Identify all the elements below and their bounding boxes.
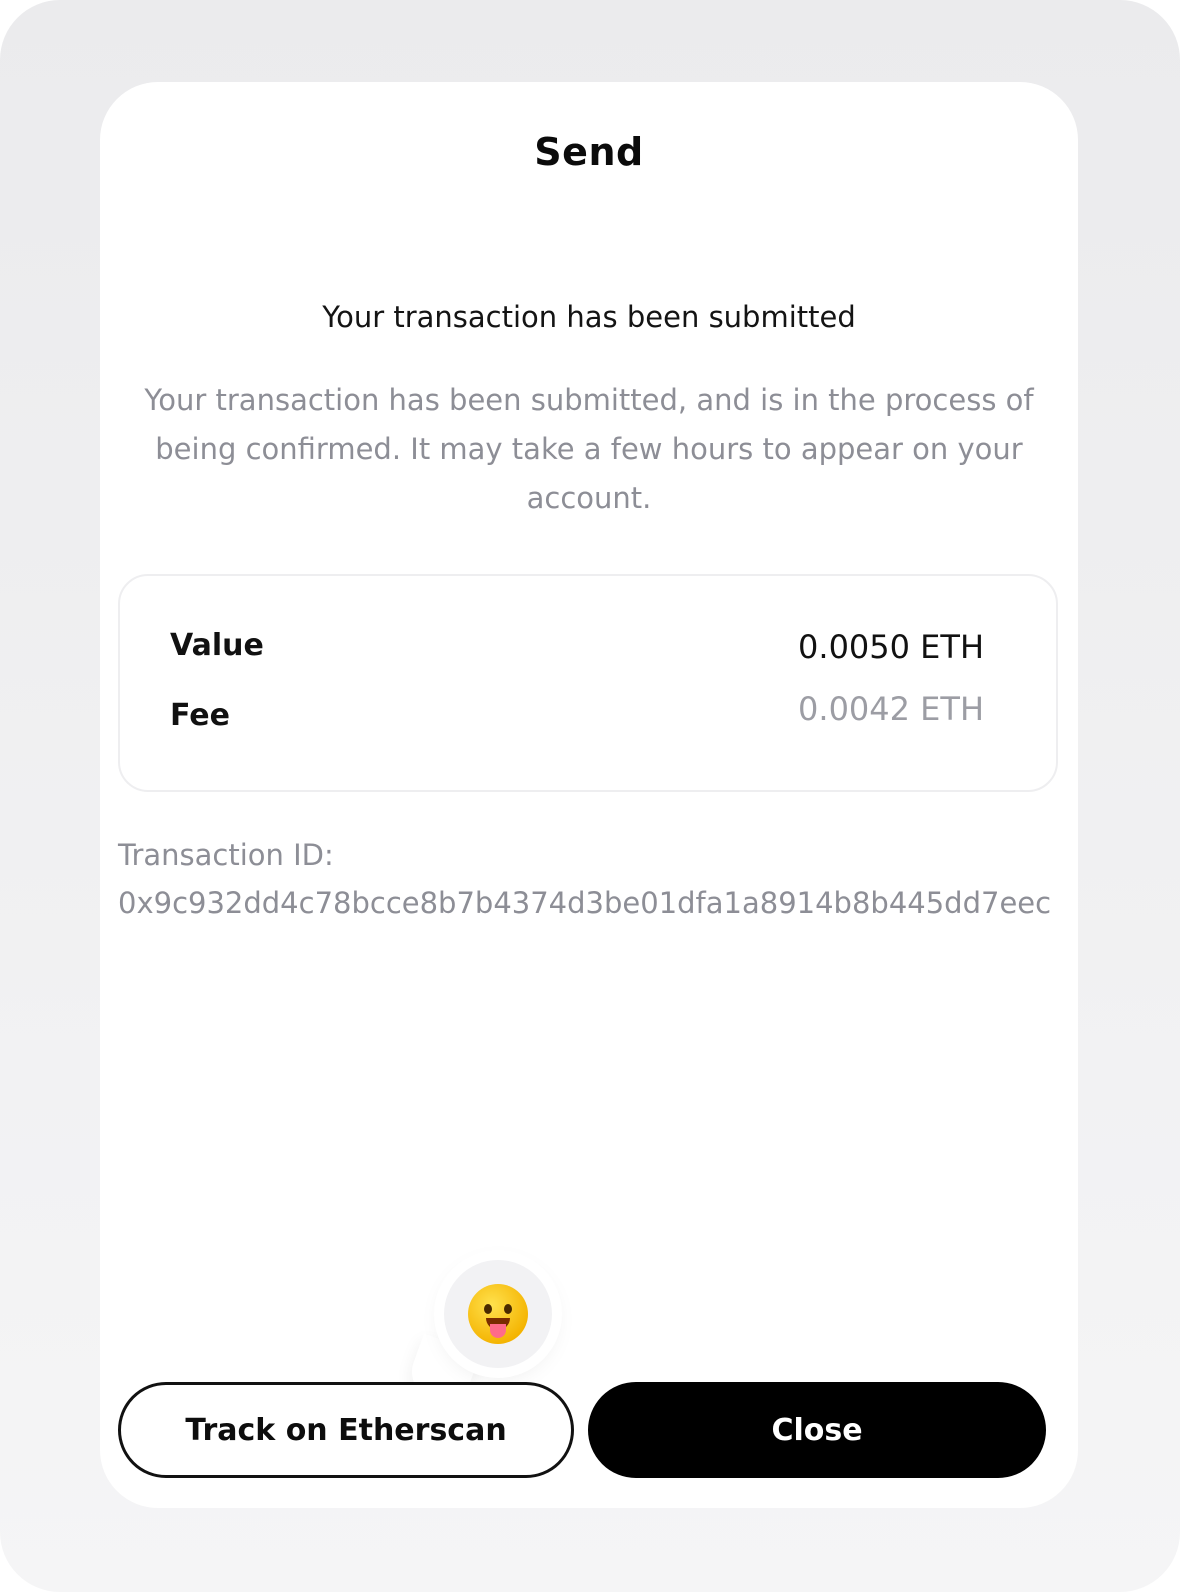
fee-amount: 0.0042 ETH [798, 690, 984, 728]
tongue-out-emoji-icon [468, 1284, 528, 1344]
status-message: Your transaction has been submitted, and… [144, 383, 1034, 515]
value-label: Value [170, 628, 264, 663]
value-amount: 0.0050 ETH [798, 628, 984, 666]
emoji-reaction-bubble[interactable] [444, 1260, 552, 1368]
transaction-id-value: 0x9c932dd4c78bcce8b7b4374d3be01dfa1a8914… [118, 886, 1052, 920]
emoji-right-eye [504, 1304, 512, 1314]
transaction-summary-card: Value 0.0050 ETH Fee 0.0042 ETH [118, 574, 1058, 792]
app-frame: Send Your transaction has been submitted… [0, 0, 1180, 1592]
status-heading: Your transaction has been submitted [322, 300, 856, 334]
fee-label: Fee [170, 698, 230, 733]
close-button[interactable]: Close [588, 1382, 1046, 1478]
modal-title: Send [534, 130, 644, 174]
track-on-etherscan-button[interactable]: Track on Etherscan [118, 1382, 574, 1478]
emoji-tongue [490, 1324, 506, 1338]
transaction-id-label: Transaction ID: [118, 838, 334, 872]
send-modal: Send Your transaction has been submitted… [100, 82, 1078, 1508]
emoji-left-eye [484, 1304, 492, 1314]
